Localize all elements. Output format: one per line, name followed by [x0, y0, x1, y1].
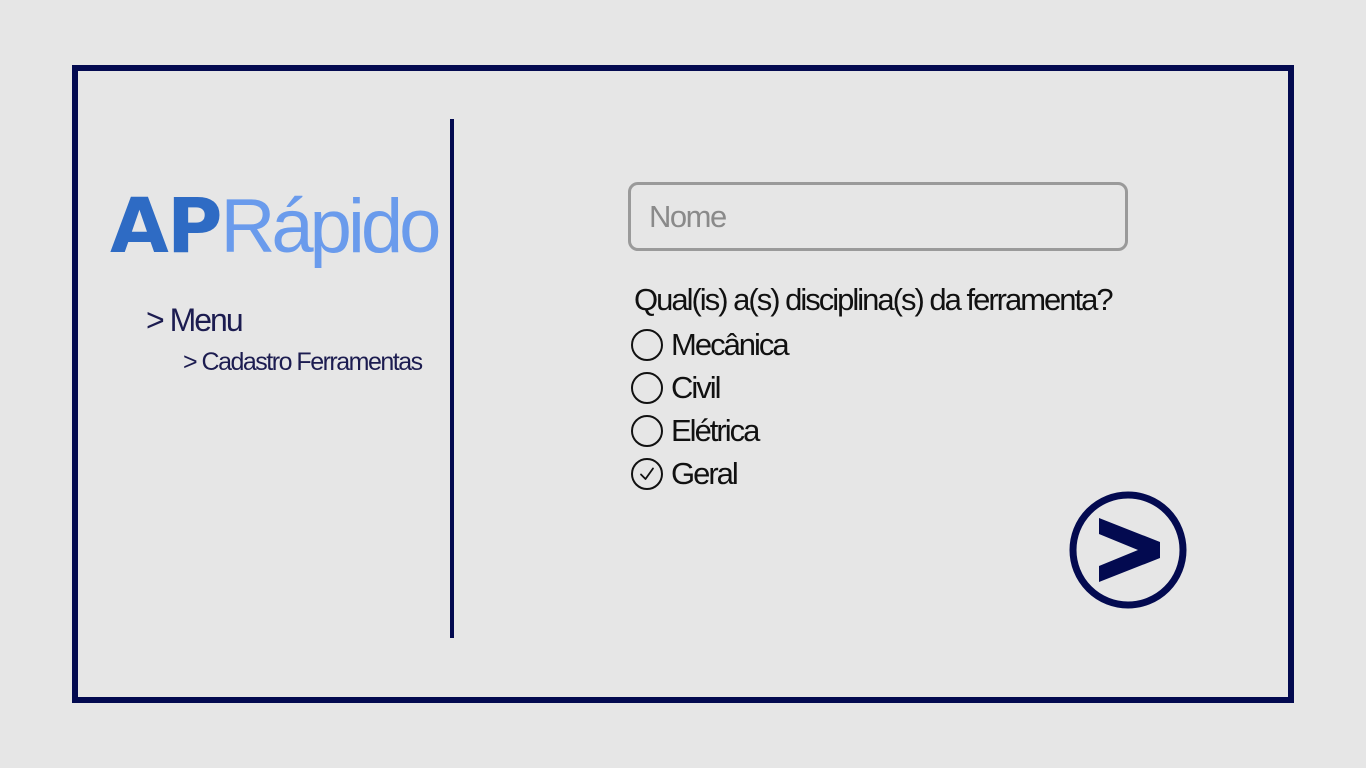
radio-circle-icon[interactable] — [631, 371, 663, 404]
option-label: Elétrica — [671, 412, 760, 448]
name-input[interactable] — [628, 182, 1128, 251]
nav-cadastro-ferramentas-link[interactable]: > Cadastro Ferramentas — [183, 348, 423, 377]
option-civil[interactable]: Civil — [628, 366, 788, 409]
radio-checked-icon[interactable] — [631, 457, 663, 490]
option-eletrica[interactable]: Elétrica — [628, 409, 788, 452]
chevron-right-circle-icon — [1069, 491, 1187, 609]
option-mecanica[interactable]: Mecânica — [628, 323, 790, 366]
next-button[interactable] — [1068, 490, 1188, 610]
discipline-question: Qual(is) a(s) disciplina(s) da ferrament… — [634, 282, 1114, 317]
nav-menu-link[interactable]: > Menu — [146, 302, 244, 339]
sidebar-divider — [450, 119, 454, 638]
option-geral[interactable]: Geral — [628, 452, 788, 495]
option-label: Civil — [671, 369, 722, 405]
app-logo: APRápido — [110, 188, 441, 265]
radio-circle-icon[interactable] — [631, 328, 663, 361]
option-label: Geral — [671, 455, 739, 491]
check-icon — [640, 467, 654, 480]
discipline-options: Mecânica Civil Elétrica Geral — [628, 323, 790, 495]
logo-text-ap: AP — [110, 181, 223, 270]
radio-circle-icon[interactable] — [631, 414, 663, 447]
option-label: Mecânica — [671, 326, 790, 362]
logo-text-rapido: Rápido — [220, 184, 442, 269]
